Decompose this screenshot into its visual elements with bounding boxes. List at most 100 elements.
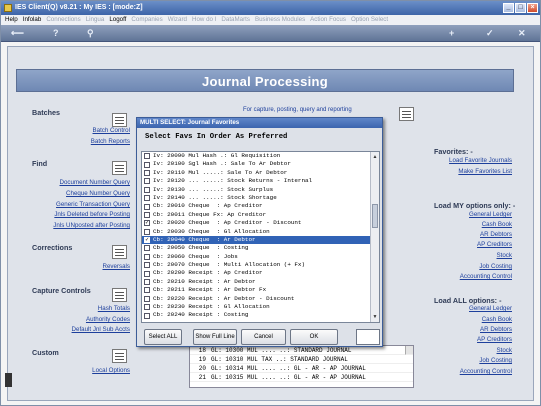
list-item[interactable]: Cb: 20240 Receipt : Costing [142, 311, 372, 319]
item-checkbox[interactable] [144, 228, 150, 235]
authority-codes-link[interactable]: Authority Codes [86, 316, 130, 323]
list-item[interactable]: Cb: 20220 Receipt : Ar Debtor - Discount [142, 295, 372, 303]
item-checkbox[interactable] [144, 287, 150, 294]
item-checkbox[interactable] [144, 270, 150, 277]
show-full-line-button[interactable]: Show Full Line [193, 329, 237, 345]
menu-item[interactable]: How do I [192, 15, 216, 25]
scroll-up-icon[interactable]: ▲ [372, 153, 378, 161]
list-item[interactable]: Cb: 20230 Receipt : Gl Allocation [142, 303, 372, 311]
table-row[interactable]: 19 GL: 10310 MUL TAX ..: STANDARD JOURNAL [190, 355, 413, 364]
item-checkbox[interactable]: ✓ [144, 220, 150, 227]
list-item[interactable]: Cb: 20011 Cheque Fx: Ap Creditor [142, 211, 372, 219]
my-cash-book-link[interactable]: Cash Book [482, 221, 512, 228]
list-item[interactable]: Iv: 20110 Mul .....: Sale To Ar Debtor [142, 169, 372, 177]
reversals-link[interactable]: Reversals [102, 263, 130, 270]
scroll-down-icon[interactable]: ▼ [372, 313, 378, 321]
my-general-ledger-link[interactable]: General Ledger [469, 211, 512, 218]
all-general-ledger-link[interactable]: General Ledger [469, 305, 512, 312]
favorites-list[interactable]: Iv: 20090 Mul Hash .: Gl Requisition Iv: … [141, 151, 380, 323]
list-item[interactable]: ✓ Cb: 20020 Cheque : Ap Creditor - Discou… [142, 219, 372, 227]
list-item[interactable]: Cb: 20050 Cheque : Costing [142, 244, 372, 252]
item-checkbox[interactable] [144, 178, 150, 185]
local-options-link[interactable]: Local Options [92, 367, 130, 374]
close-button[interactable]: × [527, 3, 538, 13]
list-item[interactable]: Iv: 20120 ... .....: Stock Returns - Int… [142, 177, 372, 185]
table-row[interactable]: 21 GL: 10315 MUL .... ..: GL - AR - AP JO… [190, 373, 413, 382]
all-job-costing-link[interactable]: Job Costing [479, 357, 512, 364]
list-item[interactable]: Iv: 20130 ... .....: Stock Surplus [142, 186, 372, 194]
menu-item[interactable]: Action Focus [310, 15, 346, 25]
item-checkbox[interactable] [144, 295, 150, 302]
list-item[interactable]: Cb: 20010 Cheque : Ap Creditor [142, 202, 372, 210]
menu-item[interactable]: Logoff [109, 15, 126, 25]
menu-item[interactable]: Lingua [86, 15, 105, 25]
generic-transaction-query-link[interactable]: Generic Transaction Query [56, 201, 130, 208]
batch-control-link[interactable]: Batch Control [93, 127, 131, 134]
check-icon[interactable]: ✓ [486, 29, 494, 38]
close-icon[interactable]: ✕ [518, 29, 526, 38]
item-checkbox[interactable] [144, 153, 150, 160]
my-stock-link[interactable]: Stock [497, 252, 512, 259]
item-checkbox[interactable]: ✓ [144, 237, 150, 244]
help-icon[interactable]: ? [53, 29, 59, 38]
my-ap-creditors-link[interactable]: AP Creditors [477, 241, 512, 248]
back-arrow-icon[interactable]: ⟵ [11, 29, 24, 38]
list-item[interactable]: Cb: 20070 Cheque : Multi Allocation (+ F… [142, 261, 372, 269]
batch-reports-link[interactable]: Batch Reports [91, 138, 130, 145]
list-item[interactable]: ✓ Cb: 20040 Cheque : Ar Debtor [142, 235, 372, 245]
select-all-button[interactable]: Select ALL [144, 329, 182, 345]
my-accounting-control-link[interactable]: Accounting Control [460, 273, 512, 280]
journal-table[interactable]: 18 GL: 10300 MUL .... ..: STANDARD JOURNA… [189, 345, 414, 388]
jnls-unposted-link[interactable]: Jnls UNposted after Posting [53, 222, 130, 229]
item-checkbox[interactable] [144, 169, 150, 176]
add-icon[interactable]: + [449, 29, 454, 38]
item-checkbox[interactable] [144, 312, 150, 319]
load-favorite-journals-link[interactable]: Load Favorite Journals [449, 157, 512, 164]
item-checkbox[interactable] [144, 161, 150, 168]
menu-item[interactable]: Companies [131, 15, 162, 25]
all-ap-creditors-link[interactable]: AP Creditors [477, 336, 512, 343]
cheque-number-query-link[interactable]: Cheque Number Query [66, 190, 130, 197]
list-item[interactable]: Cb: 20030 Cheque : Gl Allocation [142, 228, 372, 236]
default-jnl-sub-accts-link[interactable]: Default Jnl Sub Accts [72, 326, 130, 333]
item-checkbox[interactable] [144, 195, 150, 202]
jnls-deleted-link[interactable]: Jnls Deleted before Posting [54, 211, 130, 218]
item-checkbox[interactable] [144, 279, 150, 286]
make-favorites-list-link[interactable]: Make Favorites List [458, 168, 512, 175]
list-item[interactable]: Iv: 20140 ... .....: Stock Shortage [142, 194, 372, 202]
menu-item[interactable]: Option Select [351, 15, 388, 25]
all-accounting-control-link[interactable]: Accounting Control [460, 368, 512, 375]
table-row[interactable]: 20 GL: 10314 MUL .... ..: GL - AR - AP JO… [190, 364, 413, 373]
item-checkbox[interactable] [144, 245, 150, 252]
ok-button[interactable]: OK [290, 329, 338, 345]
cancel-button[interactable]: Cancel [241, 329, 286, 345]
menu-item[interactable]: Help [5, 15, 18, 25]
maximize-button[interactable]: □ [515, 3, 526, 13]
all-stock-link[interactable]: Stock [497, 347, 512, 354]
my-job-costing-link[interactable]: Job Costing [479, 263, 512, 270]
menu-item[interactable]: Business Modules [255, 15, 305, 25]
hash-totals-link[interactable]: Hash Totals [98, 305, 130, 312]
list-item[interactable]: Cb: 20060 Cheque : Jobs [142, 253, 372, 261]
all-ar-debtors-link[interactable]: AR Debtors [480, 326, 512, 333]
item-checkbox[interactable] [144, 253, 150, 260]
search-icon[interactable]: ⚲ [87, 29, 94, 38]
list-item[interactable]: Cb: 20200 Receipt : Ap Creditor [142, 269, 372, 277]
document-number-query-link[interactable]: Document Number Query [60, 179, 131, 186]
list-scrollbar[interactable]: ▲ ▼ [370, 152, 379, 322]
list-item[interactable]: Iv: 20090 Mul Hash .: Gl Requisition [142, 152, 372, 160]
list-item[interactable]: Cb: 20210 Receipt : Ar Debtor [142, 278, 372, 286]
item-checkbox[interactable] [144, 203, 150, 210]
menu-item[interactable]: Connections [46, 15, 80, 25]
item-checkbox[interactable] [144, 211, 150, 218]
list-item[interactable]: Iv: 20100 Sgl Hash .: Sale To Ar Debtor [142, 160, 372, 168]
table-row[interactable]: 18 GL: 10300 MUL .... ..: STANDARD JOURNA… [190, 346, 413, 355]
minimize-button[interactable]: _ [503, 3, 514, 13]
table-scrollbar[interactable] [405, 346, 413, 355]
list-item[interactable]: Cb: 20211 Receipt : Ar Debtor Fx [142, 286, 372, 294]
item-checkbox[interactable] [144, 304, 150, 311]
scroll-thumb[interactable] [372, 204, 378, 228]
menu-item[interactable]: Infolab [23, 15, 42, 25]
my-ar-debtors-link[interactable]: AR Debtors [480, 231, 512, 238]
menu-item[interactable]: Wizard [168, 15, 187, 25]
